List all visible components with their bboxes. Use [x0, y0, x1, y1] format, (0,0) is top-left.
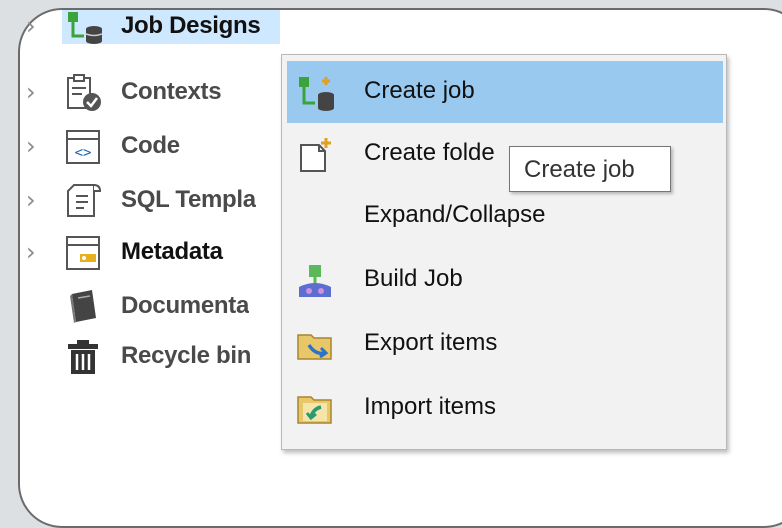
menu-item-import-items[interactable]: Import items	[287, 377, 723, 439]
contexts-icon	[67, 74, 101, 111]
tooltip: Create job	[509, 146, 671, 192]
create-folder-icon	[300, 138, 331, 172]
tree-item-recycle-bin[interactable]: Recycle bin	[0, 330, 300, 374]
svg-text:<>: <>	[75, 145, 92, 161]
tree-item-label: Documenta	[121, 292, 249, 319]
tree-item-contexts[interactable]: › Contexts	[0, 66, 300, 111]
tree-item-label: SQL Templa	[121, 186, 256, 213]
menu-item-export-items[interactable]: Export items	[287, 313, 723, 375]
context-menu: Create job Create folde Expand/Collapse …	[281, 54, 727, 450]
tree-item-sql-templates[interactable]: › SQL Templa	[0, 174, 300, 217]
chevron-right-icon[interactable]: ›	[26, 80, 36, 104]
menu-item-label: Create folde	[364, 139, 495, 166]
import-items-icon	[297, 396, 332, 424]
documentation-icon	[70, 290, 96, 323]
menu-item-create-job[interactable]: Create job	[287, 61, 723, 123]
chevron-right-icon[interactable]: ›	[26, 240, 36, 264]
menu-item-label: Import items	[364, 393, 497, 420]
chevron-right-icon[interactable]: ›	[26, 134, 36, 158]
menu-item-expand-collapse[interactable]: Expand/Collapse	[287, 185, 723, 247]
tree-item-label: Job Designs	[121, 12, 261, 39]
sql-templates-icon	[67, 184, 102, 217]
metadata-icon	[66, 236, 100, 270]
export-items-icon	[297, 334, 332, 360]
tree-item-label: Metadata	[121, 238, 223, 265]
job-designs-icon	[68, 12, 102, 44]
tree-item-documentation[interactable]: Documenta	[0, 280, 300, 323]
menu-item-label: Expand/Collapse	[364, 201, 546, 228]
chevron-right-icon[interactable]: ›	[26, 14, 36, 38]
chevron-right-icon[interactable]: ›	[26, 188, 36, 212]
tree-item-label: Recycle bin	[121, 342, 252, 369]
build-job-icon	[299, 265, 331, 297]
tree-item-label: Code	[121, 132, 180, 159]
menu-item-label: Create job	[364, 77, 475, 104]
tree-item-metadata[interactable]: › Metadata	[0, 226, 300, 270]
menu-item-label: Export items	[364, 329, 498, 356]
code-icon: <>	[66, 130, 100, 164]
create-job-icon	[299, 77, 334, 111]
tree-item-code[interactable]: › <> Code	[0, 120, 300, 164]
recycle-bin-icon	[68, 340, 98, 374]
menu-item-label: Build Job	[364, 265, 463, 292]
tree-item-job-designs[interactable]: › Job Designs	[0, 0, 300, 44]
menu-item-build-job[interactable]: Build Job	[287, 249, 723, 311]
tree-item-label: Contexts	[121, 78, 222, 105]
tooltip-text: Create job	[524, 156, 635, 183]
